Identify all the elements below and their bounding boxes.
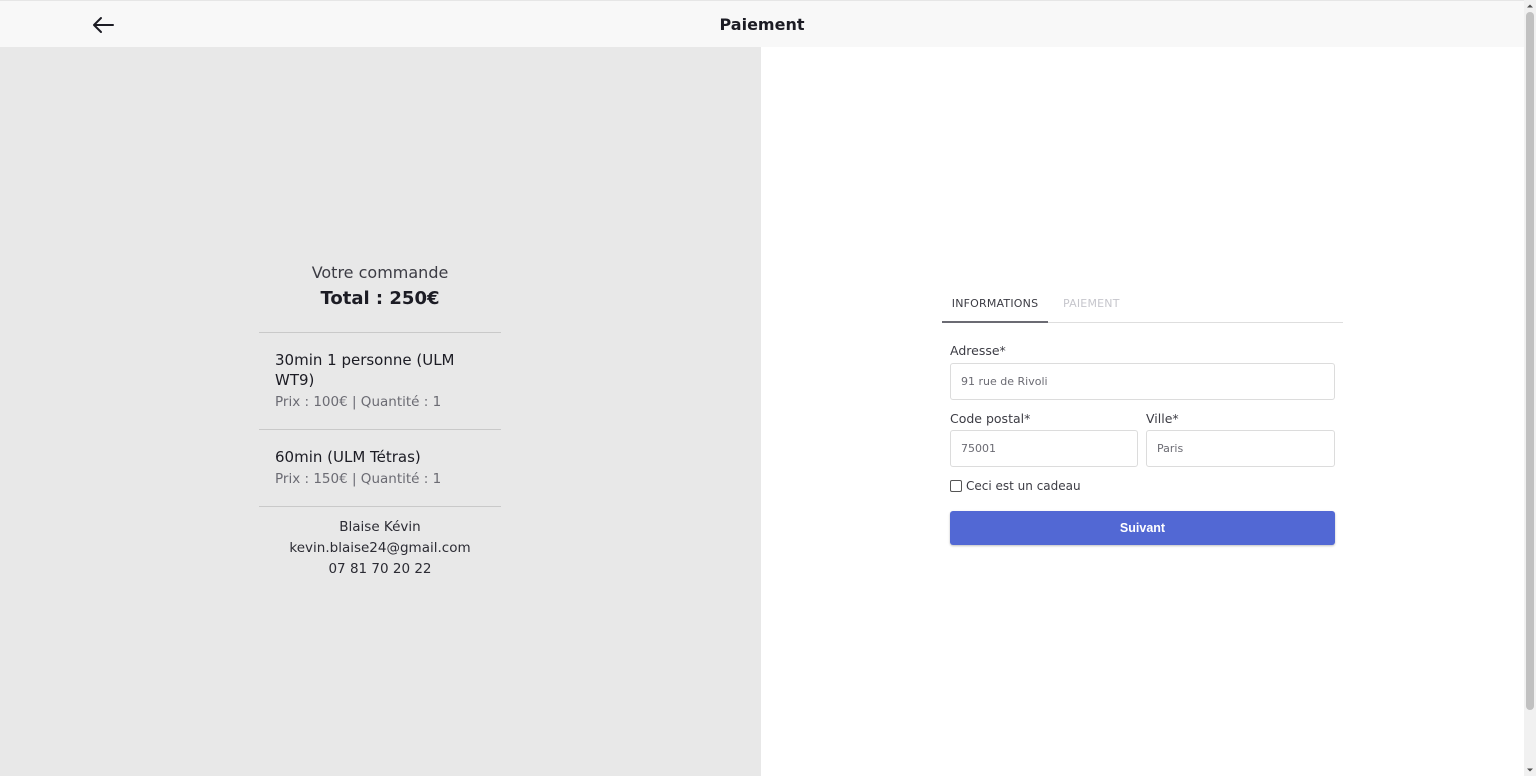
order-item-meta: Prix : 150€ | Quantité : 1 <box>275 471 442 487</box>
vertical-scrollbar[interactable] <box>1524 0 1536 776</box>
order-item: 60min (ULM Tétras) Prix : 150€ | Quantit… <box>259 430 501 506</box>
customer-email: kevin.blaise24@gmail.com <box>289 540 471 556</box>
customer-name: Blaise Kévin <box>339 519 421 535</box>
customer-info: Blaise Kévin kevin.blaise24@gmail.com 07… <box>259 507 501 580</box>
customer-phone: 07 81 70 20 22 <box>328 561 432 577</box>
address-label: Adresse* <box>950 343 1006 358</box>
payment-page: Paiement Votre commande Total : 250€ 30m… <box>0 0 1536 776</box>
order-item-meta: Prix : 100€ | Quantité : 1 <box>275 394 442 410</box>
address-field[interactable] <box>950 363 1335 400</box>
order-heading: Votre commande <box>311 263 449 282</box>
gift-checkbox-label: Ceci est un cadeau <box>966 479 1081 493</box>
order-item: 30min 1 personne (ULM WT9) Prix : 100€ |… <box>259 333 501 429</box>
city-field[interactable] <box>1146 430 1335 467</box>
postal-code-label: Code postal* <box>950 411 1031 426</box>
gift-option: Ceci est un cadeau <box>950 479 1081 493</box>
top-header: Paiement <box>0 0 1524 47</box>
postal-code-field[interactable] <box>950 430 1138 467</box>
order-item-name: 60min (ULM Tétras) <box>275 448 421 466</box>
order-summary-panel: Votre commande Total : 250€ 30min 1 pers… <box>0 47 761 776</box>
scroll-up-icon[interactable] <box>1524 0 1536 12</box>
tab-paiement[interactable]: PAIEMENT <box>1063 287 1120 321</box>
checkout-tabs: INFORMATIONS PAIEMENT <box>942 287 1343 323</box>
page-title: Paiement <box>719 15 805 34</box>
tab-informations[interactable]: INFORMATIONS <box>942 287 1048 323</box>
order-item-name: 30min 1 personne (ULM WT9) <box>275 351 455 389</box>
order-summary: Votre commande Total : 250€ 30min 1 pers… <box>259 262 501 580</box>
scrollbar-thumb[interactable] <box>1526 12 1534 710</box>
order-total: Total : 250€ <box>320 288 440 309</box>
next-button[interactable]: Suivant <box>950 511 1335 545</box>
scroll-down-icon[interactable] <box>1524 764 1536 776</box>
city-label: Ville* <box>1146 411 1179 426</box>
gift-checkbox[interactable] <box>950 480 962 492</box>
checkout-form-panel: INFORMATIONS PAIEMENT Adresse* Code post… <box>761 47 1524 776</box>
